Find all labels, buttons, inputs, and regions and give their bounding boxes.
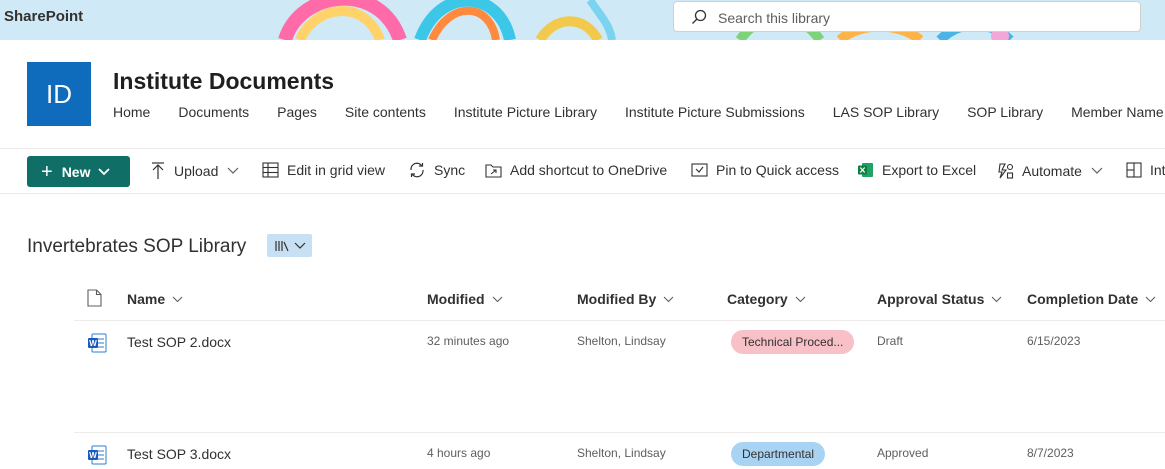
- chevron-down-icon: [1091, 167, 1103, 174]
- integrate-icon: [1126, 162, 1142, 178]
- file-type-header-icon[interactable]: [87, 289, 102, 307]
- command-bar: + New Upload Edit in grid view Sync Add …: [0, 148, 1165, 194]
- modified-by-cell[interactable]: Shelton, Lindsay: [577, 446, 666, 460]
- site-logo[interactable]: ID: [27, 62, 91, 126]
- sync-label: Sync: [434, 162, 466, 178]
- automate-label: Automate: [1022, 162, 1082, 179]
- sync-icon: [410, 162, 424, 178]
- pin-label: Pin to Quick access: [716, 162, 839, 178]
- completion-date-cell: 8/7/2023: [1027, 446, 1074, 460]
- column-header-approval-status[interactable]: Approval Status: [877, 291, 1002, 307]
- library-title: Invertebrates SOP Library: [27, 236, 247, 257]
- pin-quick-access-button[interactable]: Pin to Quick access: [691, 162, 839, 178]
- pin-icon: [691, 163, 708, 177]
- nav-item-home[interactable]: Home: [113, 104, 150, 120]
- column-header-category[interactable]: Category: [727, 291, 806, 307]
- column-header-completion-date[interactable]: Completion Date: [1027, 291, 1156, 307]
- search-box[interactable]: Search this library: [673, 1, 1141, 32]
- word-doc-icon: W: [88, 445, 107, 465]
- approval-status-cell: Draft: [877, 334, 904, 348]
- nav-item-institute-picture-submissions[interactable]: Institute Picture Submissions: [625, 104, 805, 120]
- word-doc-icon: W: [88, 333, 107, 353]
- suite-banner: SharePoint Search this library: [0, 0, 1165, 40]
- chevron-down-icon: [492, 296, 502, 302]
- automate-button[interactable]: Automate: [997, 162, 1103, 179]
- sync-button[interactable]: Sync: [408, 162, 465, 178]
- chevron-down-icon: [1145, 296, 1156, 302]
- approval-status-cell: Approved: [877, 446, 929, 460]
- nav-item-pages[interactable]: Pages: [277, 104, 317, 120]
- site-navigation: Home Documents Pages Site contents Insti…: [113, 104, 1165, 120]
- integrate-label: Int: [1150, 162, 1165, 178]
- modified-cell: 4 hours ago: [427, 446, 491, 460]
- chevron-down-icon: [172, 296, 183, 302]
- category-badge: Departmental: [731, 442, 826, 466]
- column-header-completion-label: Completion Date: [1027, 291, 1139, 307]
- upload-button[interactable]: Upload: [150, 162, 239, 180]
- nav-item-site-contents[interactable]: Site contents: [345, 104, 426, 120]
- excel-icon: [858, 163, 873, 177]
- nav-item-member-name[interactable]: Member Name Pro: [1071, 104, 1165, 120]
- chevron-down-icon: [98, 167, 111, 175]
- row-divider: [74, 432, 1165, 433]
- upload-icon: [152, 162, 164, 179]
- view-switcher-button[interactable]: [267, 234, 312, 257]
- file-name-link[interactable]: Test SOP 2.docx: [127, 334, 231, 350]
- plus-icon: +: [41, 160, 53, 183]
- header-divider: [74, 320, 1165, 321]
- upload-label: Upload: [174, 163, 219, 179]
- automate-icon: [998, 163, 1014, 179]
- column-header-name[interactable]: Name: [127, 291, 183, 307]
- nav-item-las-sop-library[interactable]: LAS SOP Library: [833, 104, 939, 120]
- column-header-name-label: Name: [127, 291, 166, 307]
- column-header-category-label: Category: [727, 291, 788, 307]
- nav-item-sop-library[interactable]: SOP Library: [967, 104, 1043, 120]
- search-icon: [692, 9, 707, 24]
- site-title[interactable]: Institute Documents: [113, 68, 334, 95]
- edit-grid-button[interactable]: Edit in grid view: [262, 162, 385, 178]
- new-button-label: New: [61, 163, 91, 180]
- column-header-approval-label: Approval Status: [877, 291, 985, 307]
- nav-item-institute-picture-library[interactable]: Institute Picture Library: [454, 104, 597, 120]
- modified-by-cell[interactable]: Shelton, Lindsay: [577, 334, 666, 348]
- chevron-down-icon: [795, 296, 806, 302]
- category-badge: Technical Proced...: [731, 330, 855, 354]
- column-header-modified-label: Modified: [427, 291, 485, 307]
- export-excel-button[interactable]: Export to Excel: [858, 162, 976, 178]
- column-header-modified-by-label: Modified By: [577, 291, 657, 307]
- grid-icon: [262, 162, 279, 178]
- search-placeholder: Search this library: [718, 10, 831, 26]
- chevron-down-icon: [663, 296, 674, 302]
- completion-date-cell: 6/15/2023: [1027, 334, 1081, 348]
- chevron-down-icon: [227, 167, 239, 174]
- edit-grid-label: Edit in grid view: [287, 162, 386, 178]
- column-header-modified-by[interactable]: Modified By: [577, 291, 674, 307]
- modified-cell: 32 minutes ago: [427, 334, 510, 348]
- svg-text:W: W: [89, 339, 97, 348]
- nav-item-documents[interactable]: Documents: [178, 104, 249, 120]
- chevron-down-icon: [991, 296, 1002, 302]
- export-label: Export to Excel: [882, 162, 977, 178]
- add-shortcut-button[interactable]: Add shortcut to OneDrive: [485, 162, 667, 178]
- new-button[interactable]: + New: [27, 156, 130, 187]
- add-shortcut-label: Add shortcut to OneDrive: [510, 162, 668, 178]
- file-name-link[interactable]: Test SOP 3.docx: [127, 446, 231, 462]
- column-header-modified[interactable]: Modified: [427, 291, 503, 307]
- chevron-down-icon: [294, 242, 305, 249]
- library-view-icon: [274, 240, 289, 251]
- integrate-button[interactable]: Int: [1126, 162, 1165, 178]
- svg-text:W: W: [89, 451, 97, 460]
- shortcut-icon: [485, 164, 502, 178]
- app-brand[interactable]: SharePoint: [4, 8, 83, 25]
